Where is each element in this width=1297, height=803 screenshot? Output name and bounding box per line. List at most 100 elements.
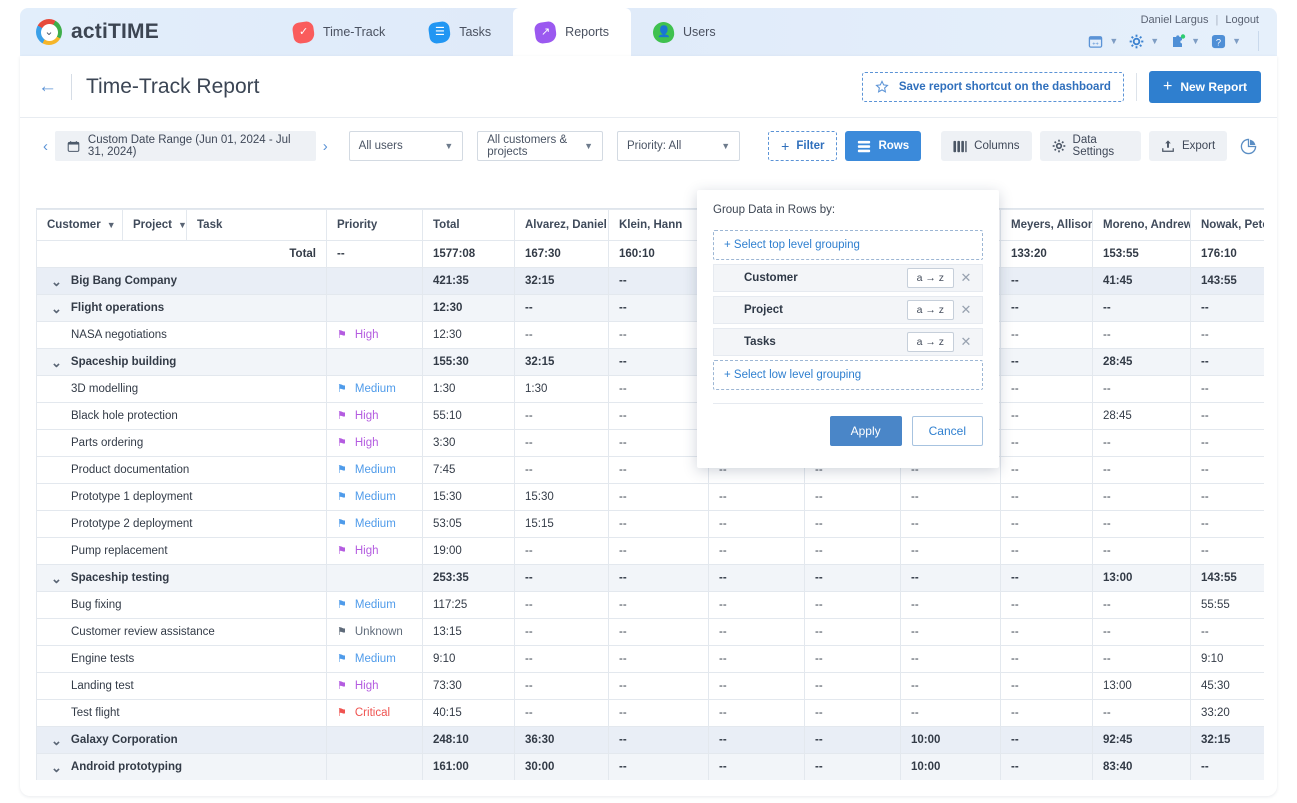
nav-tab-time-track[interactable]: ✓ Time-Track [271,8,407,56]
column-header-user[interactable]: Moreno, Andrew [1092,209,1191,241]
next-period-button[interactable]: › [316,131,335,161]
remove-grouping-icon[interactable]: ✕ [954,302,978,318]
apply-button[interactable]: Apply [829,416,902,446]
remove-grouping-icon[interactable]: ✕ [954,334,978,350]
user-name: Daniel Largus [1140,14,1209,26]
row-user-cell: -- [1000,537,1093,565]
chevron-down-icon[interactable]: ⌄ [51,275,62,288]
select-low-level-grouping-button[interactable]: + Select low level grouping [713,360,983,390]
row-user-cell: -- [1190,483,1264,511]
column-header-task[interactable]: Task [186,209,327,241]
column-header-user[interactable]: Alvarez, Daniel [514,209,609,241]
column-header-customer[interactable]: Customer ▼ [36,209,123,241]
chevron-down-icon[interactable]: ▼ [178,220,186,230]
date-range-selector[interactable]: Custom Date Range (Jun 01, 2024 - Jul 31… [54,131,316,161]
table-row[interactable]: ⌄Flight operations12:30---------------- [36,294,1264,322]
grouping-item-customer[interactable]: Customer a → z ✕ [713,264,983,292]
table-row[interactable]: Landing test ⚑ High 73:30 -- -- -- -- -- -- 13:00 4… [36,672,1264,700]
table-row[interactable]: ⌄ Galaxy Corporation 248:10 36:30 -- -- -- 10:0… [36,726,1264,754]
table-row[interactable]: Customer review assistance ⚑ Unknown 13:15-… [36,618,1264,646]
export-button[interactable]: Export [1148,131,1228,161]
row-user-cell: -- [608,753,709,780]
data-settings-label: Data Settings [1072,134,1115,158]
new-report-button[interactable]: + New Report [1148,70,1261,103]
chevron-down-icon[interactable]: ▼ [107,220,116,230]
column-header-user[interactable]: Meyers, Allison [1000,209,1093,241]
table-row[interactable]: Bug fixing ⚑ Medium 117:25 -- -- -- -- -- -- -- 55:… [36,591,1264,619]
chevron-down-icon[interactable]: ▼ [1191,36,1200,46]
row-name-cell: NASA negotiations [36,321,327,349]
column-header-project[interactable]: Project ▼ [122,209,187,241]
nav-tab-tasks[interactable]: ☰ Tasks [407,8,513,56]
table-row[interactable]: NASA negotiations⚑High12:30-------------… [36,321,1264,349]
columns-button[interactable]: Columns [941,131,1032,161]
table-row[interactable]: Engine tests ⚑ Medium 9:10 -- -- -- -- -- -- -- 9:1… [36,645,1264,673]
table-row[interactable]: 3D modelling⚑Medium1:301:30-------------… [36,375,1264,403]
help-icon[interactable]: ? [1209,32,1228,51]
table-row[interactable]: ⌄ Android prototyping 161:00 30:00 -- -- -- 10:… [36,753,1264,780]
row-user-cell: -- [1092,321,1191,349]
table-body: Total -- 1577:08 167:30 160:10 133:20 15… [36,240,1264,780]
row-total-cell: 55:10 [422,402,515,430]
row-user-cell: -- [1000,267,1093,295]
nav-tab-reports[interactable]: ↗ Reports [513,8,631,56]
save-report-shortcut-button[interactable]: Save report shortcut on the dashboard [861,71,1124,102]
select-top-level-grouping-button[interactable]: + Select top level grouping [713,230,983,260]
row-user-cell: -- [514,672,609,700]
back-arrow-icon[interactable]: ← [38,77,57,96]
customers-projects-filter-select[interactable]: All customers & projects ▼ [477,131,603,161]
table-row[interactable]: ⌄ Spaceship testing 253:35 -- -- -- -- -- -- 13:0… [36,564,1264,592]
prev-period-button[interactable]: ‹ [36,131,55,161]
chevron-down-icon[interactable]: ⌄ [51,356,62,369]
chevron-down-icon[interactable]: ⌄ [51,302,62,315]
column-header-total[interactable]: Total [422,209,515,241]
row-label: Spaceship building [70,356,177,368]
cancel-button[interactable]: Cancel [911,416,983,446]
users-filter-value: All users [358,140,403,152]
logout-link[interactable]: Logout [1225,14,1259,26]
row-label: Test flight [71,707,120,719]
chevron-down-icon[interactable]: ▼ [1232,36,1241,46]
table-row[interactable]: Prototype 1 deployment ⚑ Medium 15:30 15:30-… [36,483,1264,511]
rows-button[interactable]: Rows [845,131,922,161]
sort-direction-button[interactable]: a → z [906,332,954,352]
table-row[interactable]: Pump replacement ⚑ High 19:00 -- -- -- -- -- -- --… [36,537,1264,565]
remove-grouping-icon[interactable]: ✕ [954,270,978,286]
table-row[interactable]: Product documentation ⚑ Medium 7:45 -- -- -- --… [36,456,1264,484]
table-row[interactable]: Black hole protection⚑High55:10---------… [36,402,1264,430]
data-settings-button[interactable]: Data Settings [1039,131,1141,161]
chevron-down-icon[interactable]: ⌄ [51,761,62,774]
table-row[interactable]: Prototype 2 deployment ⚑ Medium 53:05 15:15-… [36,510,1264,538]
column-header-user[interactable]: Klein, Hann [608,209,709,241]
chart-view-toggle[interactable] [1235,131,1261,161]
grouping-item-project[interactable]: Project a → z ✕ [713,296,983,324]
puzzle-icon[interactable] [1168,32,1187,51]
chevron-down-icon[interactable]: ⌄ [51,734,62,747]
sort-direction-button[interactable]: a → z [906,268,954,288]
row-user-cell: -- [608,348,709,376]
priority-label: Critical [354,707,391,719]
nav-tab-users[interactable]: 👤 Users [631,8,738,56]
column-header-priority[interactable]: Priority [326,209,423,241]
chevron-down-icon[interactable]: ▼ [1109,36,1118,46]
divider [1258,31,1259,51]
report-table-container[interactable]: Customer ▼ Project ▼ Task Priority Total A… [36,208,1264,780]
table-row[interactable]: Parts ordering⚑High3:30---------------- [36,429,1264,457]
column-header-user[interactable]: Nowak, Peter [1190,209,1264,241]
table-row[interactable]: ⌄Spaceship building155:3032:15----------… [36,348,1264,376]
filter-button[interactable]: + Filter [768,131,838,161]
table-row[interactable]: ⌄Big Bang Company421:3532:15----------41… [36,267,1264,295]
grouping-item-tasks[interactable]: Tasks a → z ✕ [713,328,983,356]
chevron-down-icon[interactable]: ▼ [1150,36,1159,46]
export-label: Export [1181,140,1216,152]
users-filter-select[interactable]: All users ▼ [348,131,464,161]
chevron-down-icon[interactable]: ⌄ [51,572,62,585]
sort-direction-button[interactable]: a → z [906,300,954,320]
row-user-cell: -- [900,483,1001,511]
calendar-icon[interactable]: ++ [1086,32,1105,51]
priority-filter-select[interactable]: Priority: All ▼ [616,131,741,161]
table-row[interactable]: Test flight ⚑ Critical 40:15 -- -- -- -- -- -- -- 3… [36,699,1264,727]
gear-icon[interactable] [1127,32,1146,51]
row-user-cell: -- [1190,375,1264,403]
row-user-cell: -- [1092,510,1191,538]
